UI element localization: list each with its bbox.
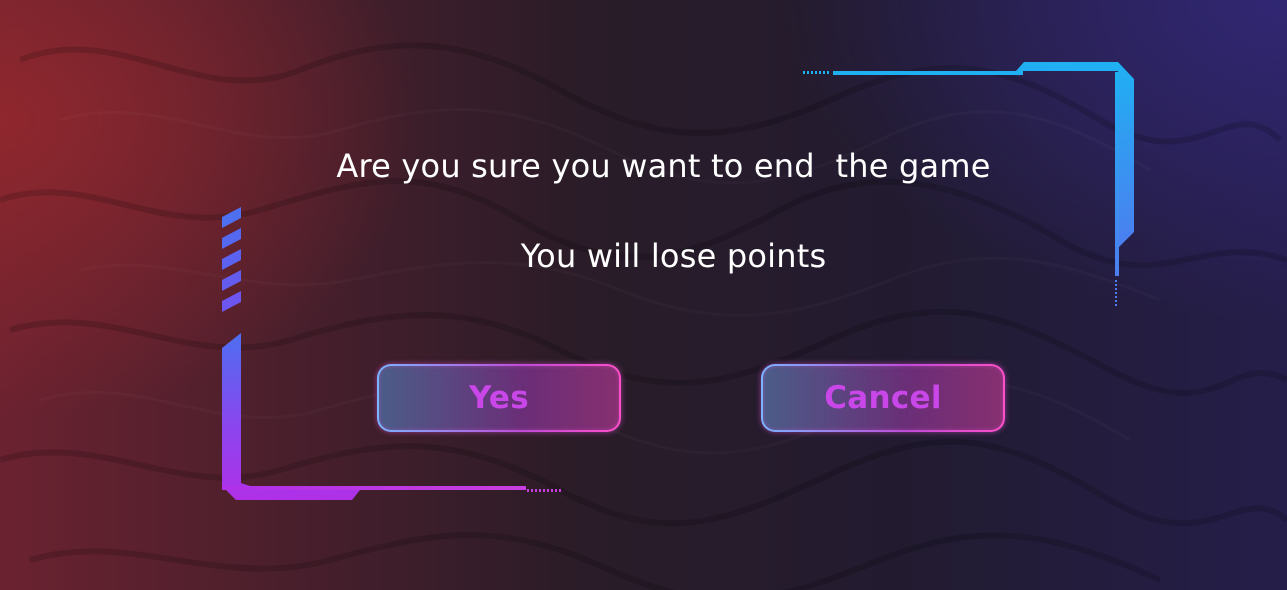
cancel-button[interactable]: Cancel: [761, 364, 1005, 432]
cancel-button-label: Cancel: [824, 380, 942, 416]
yes-button-label: Yes: [469, 380, 529, 416]
yes-button[interactable]: Yes: [377, 364, 621, 432]
dialog-frame: [222, 62, 1134, 500]
dialog-warning: You will lose points: [520, 237, 827, 275]
dialog-question: Are you sure you want to end the game: [336, 147, 991, 185]
